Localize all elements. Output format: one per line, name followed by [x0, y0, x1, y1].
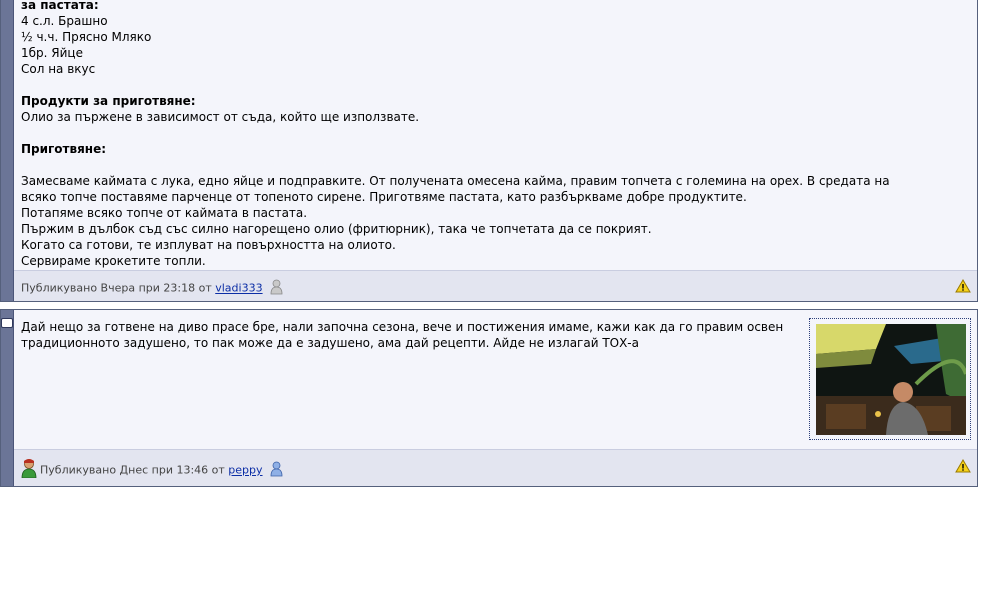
post-footer: Публикувано Вчера при 23:18 от vladi333: [14, 270, 977, 301]
body-line: за пастата:: [21, 0, 99, 12]
products-heading: Продукти за приготвяне:: [21, 94, 196, 108]
author-link[interactable]: peppy: [228, 464, 262, 477]
user-icon[interactable]: [270, 461, 283, 480]
user-icon[interactable]: [270, 279, 283, 298]
post-body: за пастата: 4 с.л. Брашно ½ ч.ч. Прясно …: [21, 0, 969, 269]
prep-line: Сервираме крокетите топли.: [21, 254, 206, 268]
body-line: Сол на вкус: [21, 62, 96, 76]
products-text: Олио за пържене в зависимост от съда, ко…: [21, 110, 420, 124]
post-meta: Публикувано Днес при 13:46 от peppy: [40, 461, 283, 480]
prep-line: Потапяме всяко топче от каймата в пастат…: [21, 206, 308, 220]
post-peppy: Дай нещо за готвене на диво прасе бре, н…: [0, 309, 978, 487]
body-line: ½ ч.ч. Прясно Мляко: [21, 30, 152, 44]
author-link[interactable]: vladi333: [215, 282, 262, 295]
warning-icon[interactable]: [955, 279, 971, 296]
body-line: 1бр. Яйце: [21, 46, 83, 60]
post-sidebar: [1, 310, 14, 486]
post-footer: Публикувано Днес при 13:46 от peppy: [14, 449, 977, 486]
body-line: 4 с.л. Брашно: [21, 14, 108, 28]
warning-icon[interactable]: [955, 459, 971, 476]
post-meta: Публикувано Вчера при 23:18 от vladi333: [21, 279, 283, 298]
prep-line: Замесваме каймата с лука, едно яйце и по…: [21, 174, 890, 188]
post-vladi333: за пастата: 4 с.л. Брашно ½ ч.ч. Прясно …: [0, 0, 978, 302]
post-body: Дай нещо за готвене на диво прасе бре, н…: [21, 320, 784, 350]
post-sidebar: [1, 0, 14, 301]
post-image-frame[interactable]: [809, 318, 971, 440]
prep-line: Пържим в дълбок съд със силно нагорещено…: [21, 222, 652, 236]
posted-label: Публикувано Вчера при 23:18 от: [21, 281, 212, 295]
prep-line: Когато са готови, те изплуват на повърхн…: [21, 238, 396, 252]
posted-label: Публикувано Днес при 13:46 от: [40, 463, 225, 477]
post-image[interactable]: [816, 324, 966, 435]
prep-line: всяко топче поставяме парченце от топено…: [21, 190, 747, 204]
prep-heading: Приготвяне:: [21, 142, 107, 156]
avatar-icon[interactable]: [21, 458, 37, 481]
comment-icon: [1, 318, 13, 328]
